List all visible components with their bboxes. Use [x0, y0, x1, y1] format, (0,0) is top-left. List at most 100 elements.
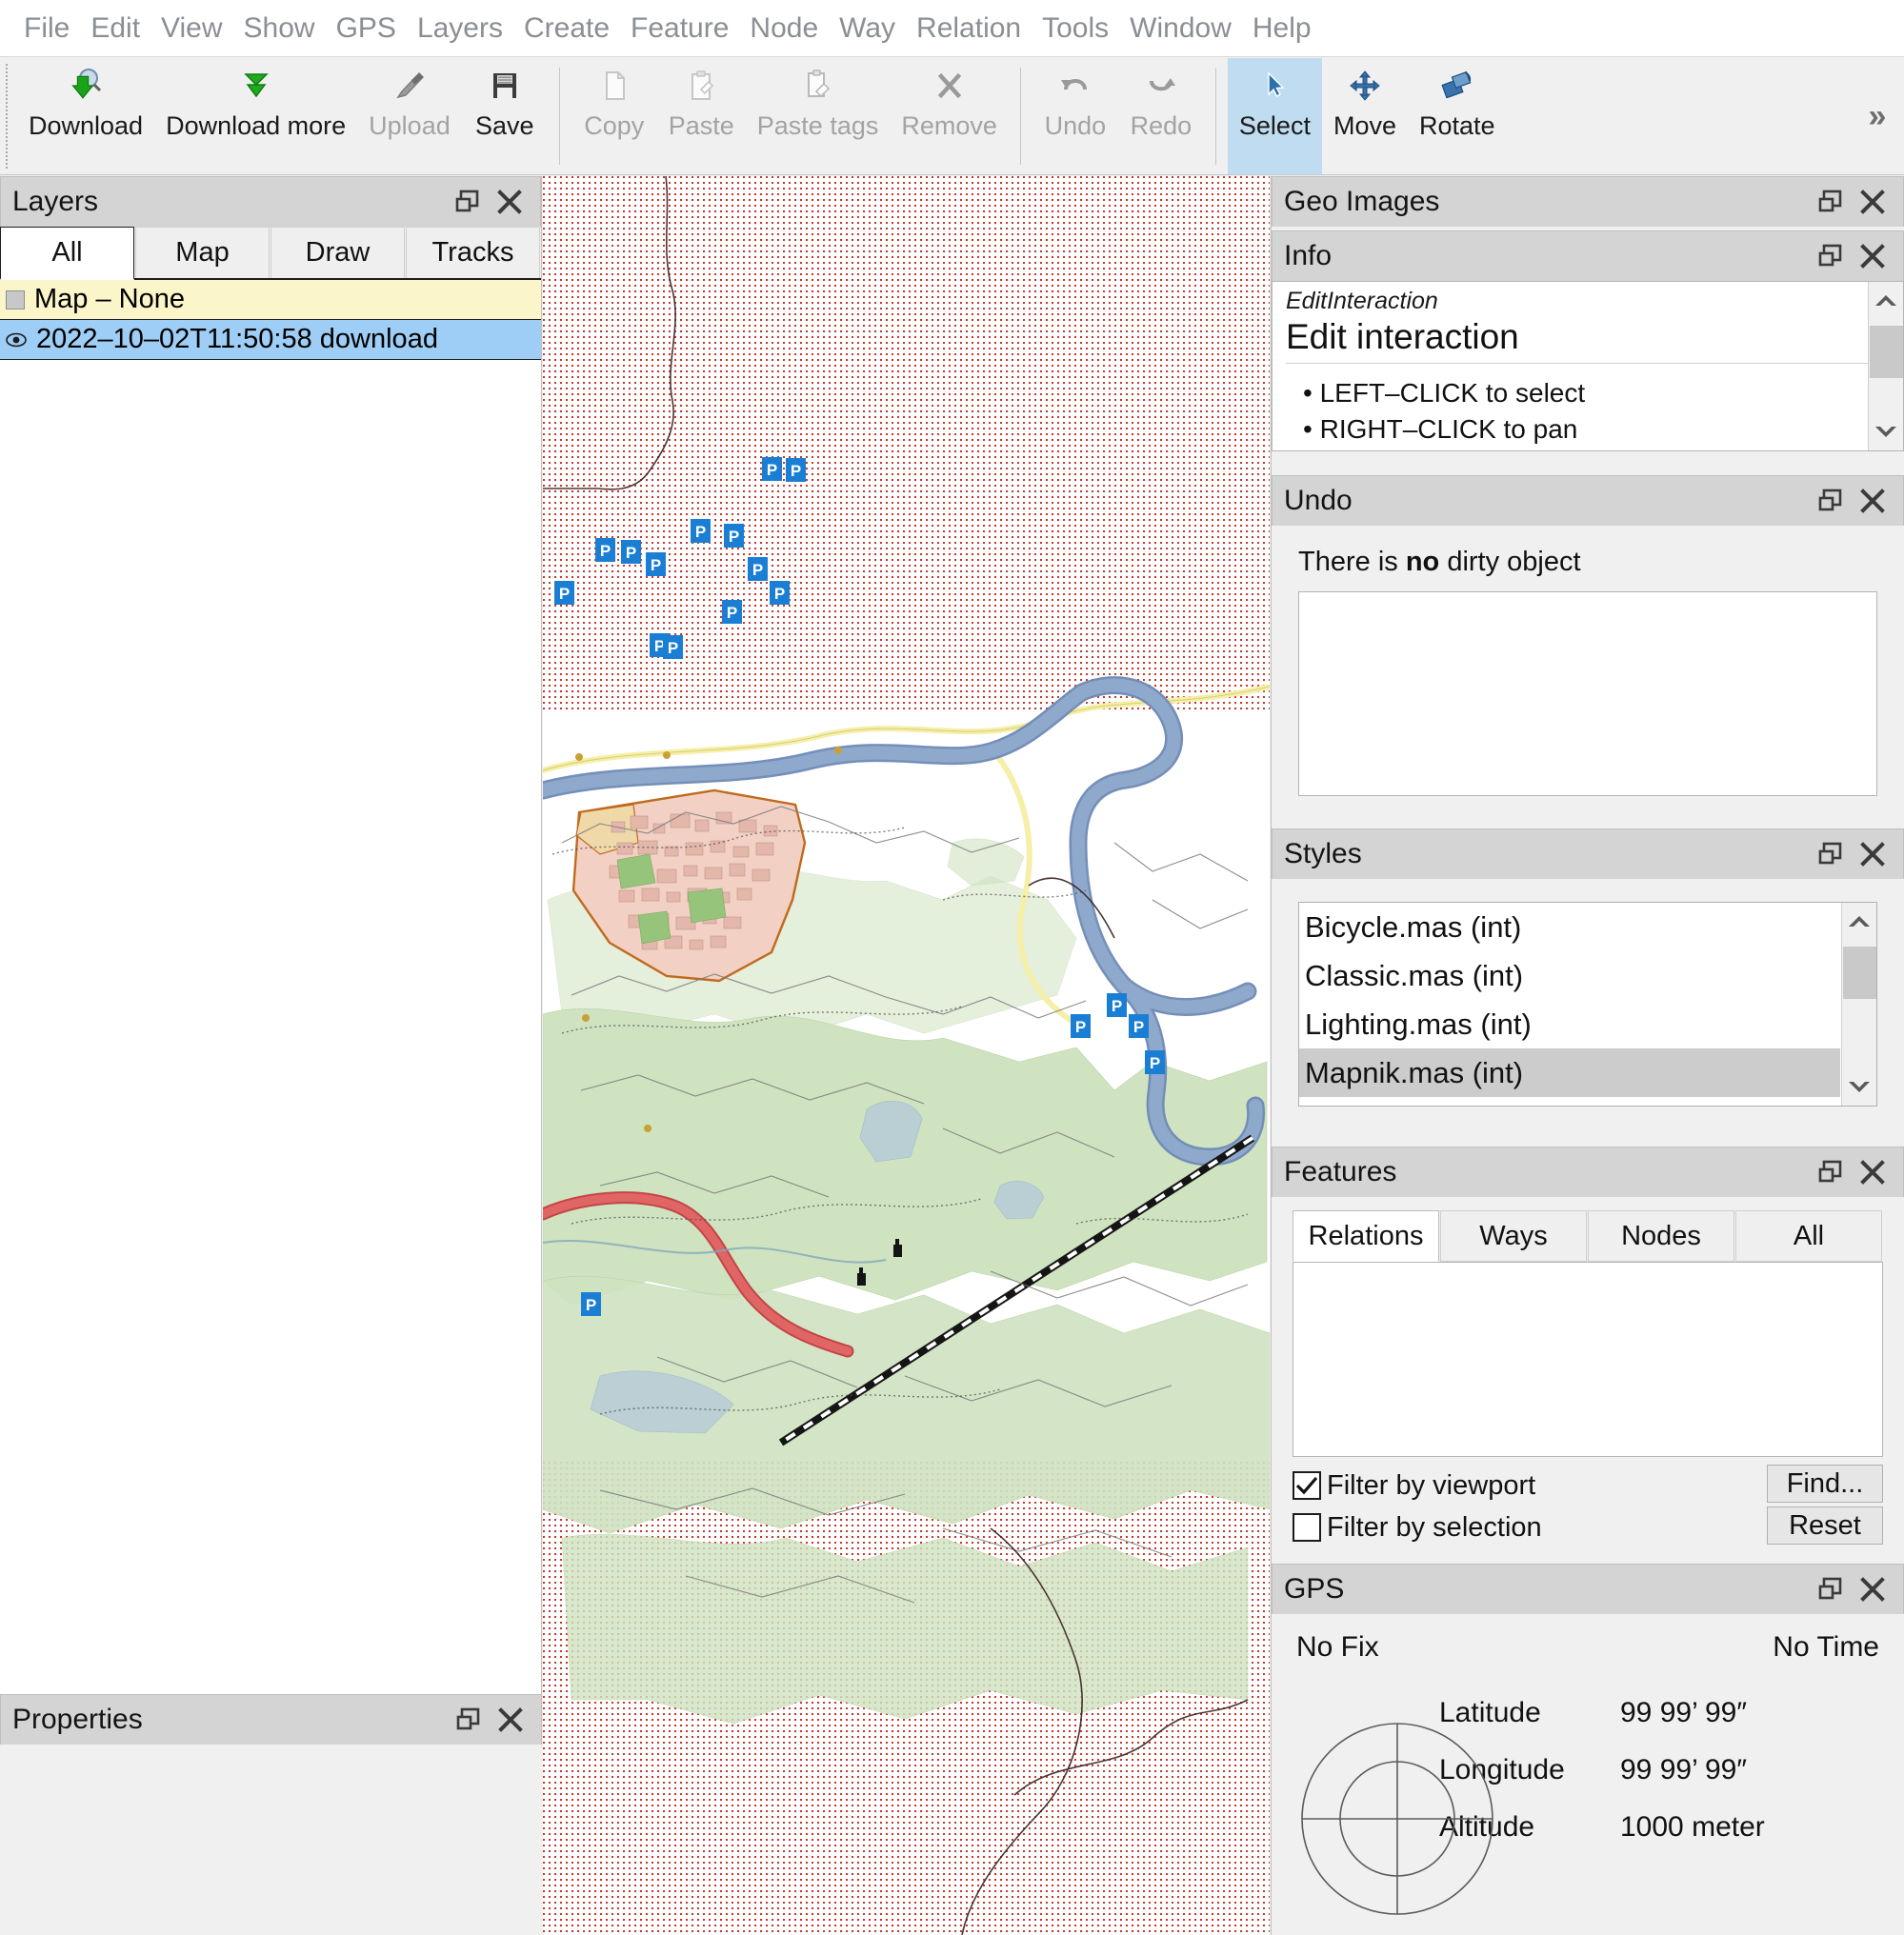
gps-latitude-value: 99 99’ 99″: [1620, 1697, 1747, 1728]
features-panel: Features Relations Ways Nodes All Filter…: [1272, 1147, 1904, 1548]
toolbar-overflow-button[interactable]: »: [1847, 58, 1904, 174]
copy-button[interactable]: Copy: [571, 58, 657, 174]
layer-row-download[interactable]: 2022–10–02T11:50:58 download: [0, 320, 541, 360]
undo-close-button[interactable]: [1852, 480, 1894, 522]
geo-images-close-button[interactable]: [1852, 181, 1894, 223]
style-item-bicycle[interactable]: Bicycle.mas (int): [1299, 903, 1840, 951]
remove-button[interactable]: Remove: [890, 58, 1009, 174]
menu-layers[interactable]: Layers: [407, 0, 513, 57]
paste-tags-button[interactable]: Paste tags: [746, 58, 891, 174]
download-more-button[interactable]: Download more: [154, 58, 357, 174]
save-button[interactable]: Save: [462, 58, 548, 174]
styles-list[interactable]: Bicycle.mas (int) Classic.mas (int) Ligh…: [1298, 902, 1877, 1107]
menu-view[interactable]: View: [150, 0, 232, 57]
gps-close-button[interactable]: [1852, 1568, 1894, 1610]
style-item-classic[interactable]: Classic.mas (int): [1299, 951, 1840, 1000]
toolbar-drag-handle[interactable]: [6, 64, 13, 169]
undo-history-list[interactable]: [1298, 591, 1877, 796]
features-tab-nodes[interactable]: Nodes: [1588, 1210, 1734, 1262]
move-tool-button[interactable]: Move: [1322, 58, 1408, 174]
rotate-tool-button[interactable]: Rotate: [1408, 58, 1507, 174]
properties-panel-close-button[interactable]: [490, 1699, 531, 1741]
undo-arrow-icon: [1054, 64, 1096, 108]
layers-tab-map-label: Map: [175, 237, 230, 268]
svg-text:P: P: [626, 544, 636, 562]
info-scrollbar-thumb[interactable]: [1870, 326, 1903, 378]
filter-by-viewport-checkbox[interactable]: [1293, 1471, 1321, 1500]
main-toolbar: Download Download more Upload Save Copy …: [0, 58, 1904, 175]
layers-tab-tracks[interactable]: Tracks: [406, 227, 540, 278]
info-close-button[interactable]: [1852, 235, 1894, 277]
menu-window[interactable]: Window: [1119, 0, 1242, 57]
menu-edit[interactable]: Edit: [80, 0, 150, 57]
filter-by-selection-checkbox[interactable]: [1293, 1513, 1321, 1542]
scroll-up-icon[interactable]: [1869, 282, 1903, 320]
menu-node[interactable]: Node: [739, 0, 829, 57]
scroll-down-icon[interactable]: [1842, 1067, 1876, 1106]
menu-help[interactable]: Help: [1242, 0, 1322, 57]
filter-by-selection-row[interactable]: Filter by selection: [1293, 1506, 1767, 1548]
geo-images-float-button[interactable]: [1810, 181, 1852, 223]
features-close-button[interactable]: [1852, 1151, 1894, 1193]
styles-scrollbar[interactable]: [1841, 903, 1876, 1106]
info-content: EditInteraction Edit interaction • LEFT–…: [1273, 282, 1903, 448]
find-button[interactable]: Find...: [1767, 1465, 1883, 1503]
gps-float-button[interactable]: [1810, 1568, 1852, 1610]
properties-panel-titlebar: Properties: [0, 1694, 542, 1745]
eye-icon[interactable]: [6, 329, 27, 350]
move-tool-label: Move: [1333, 111, 1396, 140]
scroll-up-icon[interactable]: [1842, 903, 1876, 941]
layers-panel-close-button[interactable]: [489, 181, 531, 223]
svg-text:P: P: [695, 523, 706, 541]
style-item-lighting[interactable]: Lighting.mas (int): [1299, 1000, 1840, 1048]
info-float-button[interactable]: [1810, 235, 1852, 277]
layers-tab-draw[interactable]: Draw: [271, 227, 405, 278]
properties-panel-float-button[interactable]: [448, 1699, 490, 1741]
features-tab-all[interactable]: All: [1735, 1210, 1882, 1262]
toolbar-separator-3: [1214, 68, 1216, 165]
layers-panel-float-button[interactable]: [447, 181, 489, 223]
styles-float-button[interactable]: [1810, 833, 1852, 875]
filter-by-viewport-row[interactable]: Filter by viewport: [1293, 1465, 1767, 1506]
layers-tabbar: All Map Draw Tracks: [0, 227, 541, 280]
style-item-mapnik[interactable]: Mapnik.mas (int): [1299, 1048, 1840, 1097]
styles-close-button[interactable]: [1852, 833, 1894, 875]
upload-button[interactable]: Upload: [357, 58, 462, 174]
layers-panel-titlebar: Layers: [0, 176, 541, 227]
menu-show[interactable]: Show: [233, 0, 326, 57]
download-button[interactable]: Download: [17, 58, 154, 174]
menu-relation[interactable]: Relation: [906, 0, 1032, 57]
features-list[interactable]: [1293, 1262, 1883, 1457]
menu-tools[interactable]: Tools: [1032, 0, 1119, 57]
features-float-button[interactable]: [1810, 1151, 1852, 1193]
reset-button[interactable]: Reset: [1767, 1506, 1883, 1545]
layer-visibility-checkbox[interactable]: [6, 289, 25, 309]
styles-scrollbar-thumb[interactable]: [1843, 947, 1876, 999]
paste-clipboard-icon: [680, 64, 722, 108]
undo-button[interactable]: Undo: [1032, 58, 1118, 174]
menu-feature[interactable]: Feature: [620, 0, 739, 57]
features-tab-ways[interactable]: Ways: [1440, 1210, 1587, 1262]
menu-create[interactable]: Create: [513, 0, 620, 57]
svg-text:P: P: [767, 461, 777, 479]
layer-row-map-none[interactable]: Map – None: [0, 280, 541, 320]
map-canvas[interactable]: P P P P P P P P P P P P P P P P P P: [543, 176, 1270, 1935]
menu-gps[interactable]: GPS: [326, 0, 407, 57]
features-tab-nodes-label: Nodes: [1621, 1220, 1701, 1251]
select-tool-button[interactable]: Select: [1227, 58, 1322, 174]
styles-panel-title: Styles: [1284, 838, 1362, 869]
undo-float-button[interactable]: [1810, 480, 1852, 522]
gps-status-row: No Fix No Time: [1296, 1631, 1879, 1664]
menu-way[interactable]: Way: [829, 0, 906, 57]
scroll-down-icon[interactable]: [1869, 412, 1903, 450]
info-scrollbar[interactable]: [1868, 282, 1903, 450]
features-tab-relations[interactable]: Relations: [1293, 1210, 1439, 1262]
menu-file[interactable]: File: [13, 0, 80, 57]
info-divider: [1286, 363, 1890, 364]
svg-text:P: P: [1075, 1018, 1086, 1036]
redo-button[interactable]: Redo: [1118, 58, 1204, 174]
layers-tab-map[interactable]: Map: [135, 227, 270, 278]
layers-tab-all[interactable]: All: [0, 227, 134, 280]
paste-button[interactable]: Paste: [657, 58, 746, 174]
svg-text:P: P: [651, 556, 661, 574]
